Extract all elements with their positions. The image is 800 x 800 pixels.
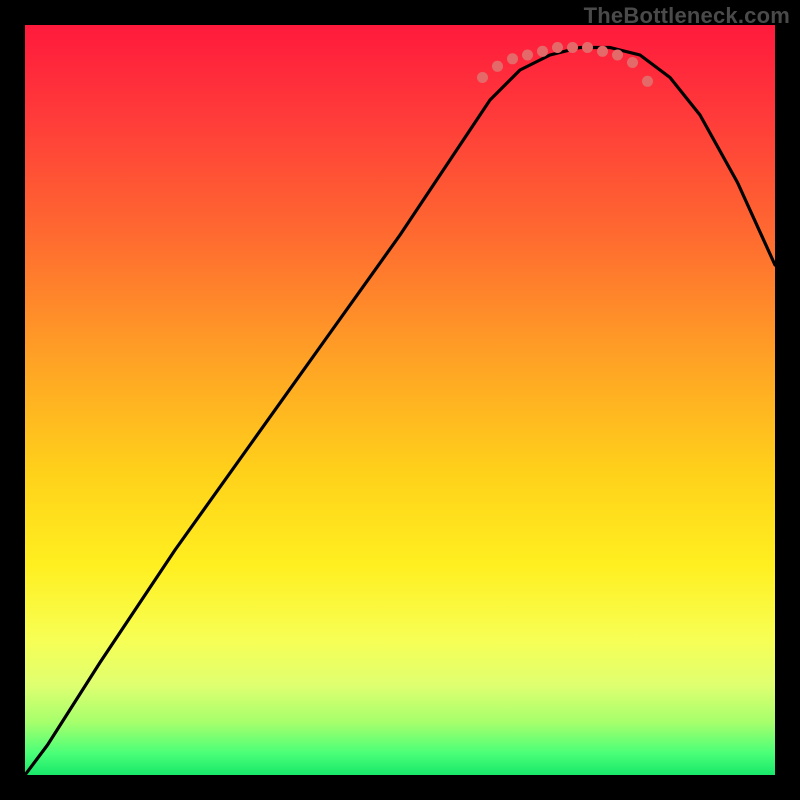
sweet-spot-dot: [522, 50, 533, 61]
sweet-spot-dot: [642, 76, 653, 87]
curve-layer: [25, 25, 775, 775]
sweet-spot-dot: [552, 42, 563, 53]
sweet-spot-dots: [477, 42, 653, 87]
sweet-spot-dot: [627, 57, 638, 68]
bottleneck-curve: [25, 48, 775, 776]
plot-area: [25, 25, 775, 775]
sweet-spot-dot: [477, 72, 488, 83]
chart-frame: TheBottleneck.com: [0, 0, 800, 800]
sweet-spot-dot: [492, 61, 503, 72]
sweet-spot-dot: [567, 42, 578, 53]
sweet-spot-dot: [537, 46, 548, 57]
sweet-spot-dot: [597, 46, 608, 57]
sweet-spot-dot: [582, 42, 593, 53]
sweet-spot-dot: [612, 50, 623, 61]
sweet-spot-dot: [507, 53, 518, 64]
